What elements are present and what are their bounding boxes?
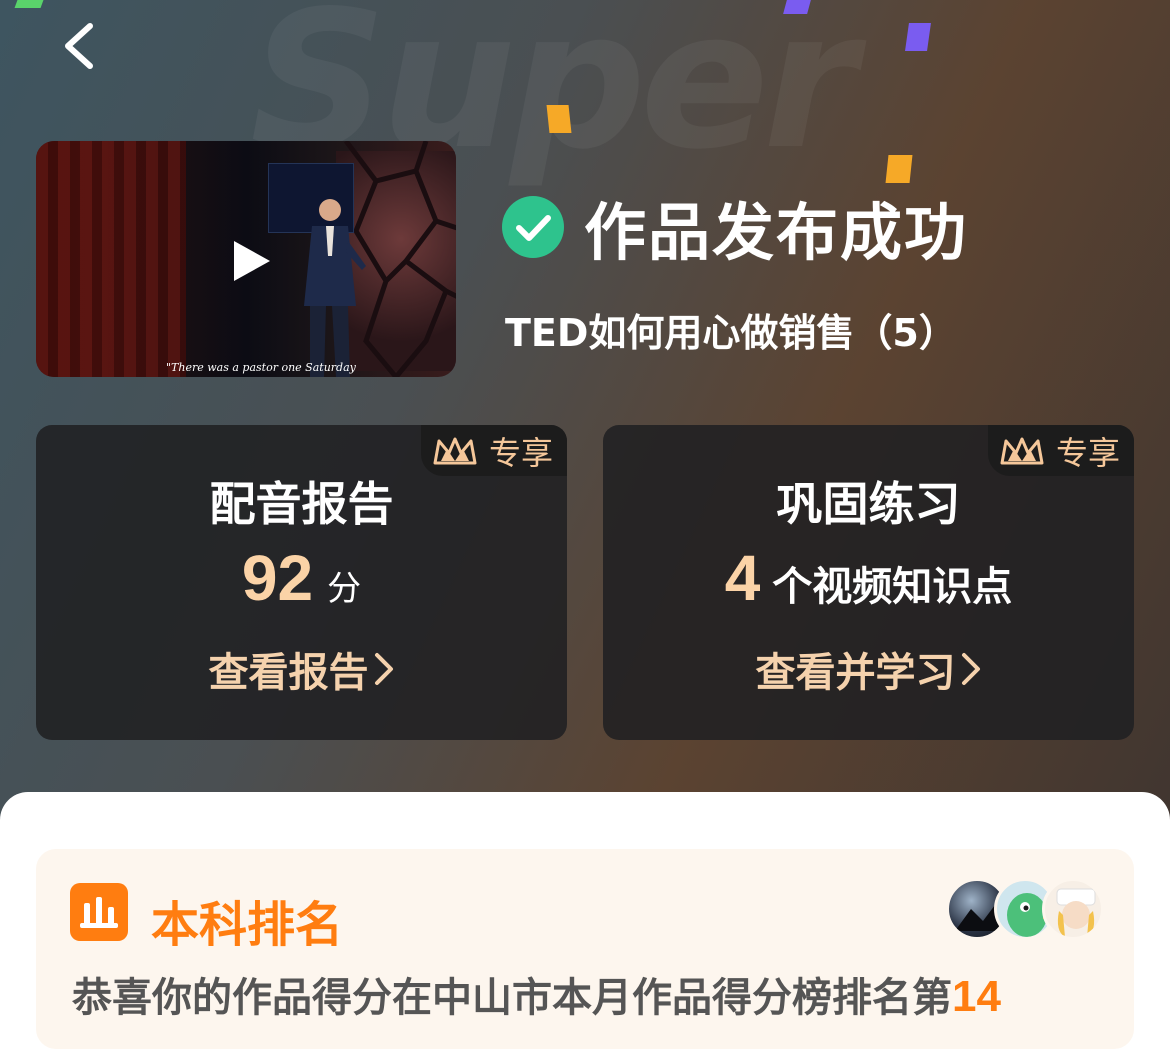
status-title: 作品发布成功 (584, 196, 969, 269)
card-title: 巩固练习 (776, 477, 961, 531)
work-title: TED如何用心做销售（5） (505, 311, 957, 355)
crown-icon (433, 437, 477, 464)
check-circle-icon (502, 196, 564, 258)
confetti-piece (783, 0, 811, 14)
bottom-sheet: 本科排名 恭喜你的作品得分在中山市本月作品得分榜排名第14 (0, 792, 1170, 1058)
chevron-left-icon (65, 23, 93, 69)
ranking-title: 本科排名 (151, 897, 344, 953)
back-button[interactable] (56, 18, 112, 74)
score: 92 分 (36, 541, 567, 615)
score-unit: 分 (327, 569, 362, 609)
confetti-piece (905, 23, 931, 51)
avatar-group (946, 878, 1106, 940)
rank-number: 14 (952, 972, 1001, 1021)
count-unit: 个视频知识点 (772, 564, 1013, 610)
crown-icon (1000, 437, 1044, 464)
ranking-description: 恭喜你的作品得分在中山市本月作品得分榜排名第14 (72, 972, 1001, 1021)
view-and-learn-link[interactable]: 查看并学习 (603, 640, 1134, 698)
play-icon[interactable] (226, 236, 276, 286)
video-caption: "There was a pastor one Saturday (166, 361, 356, 374)
confetti-piece (14, 0, 44, 8)
confetti-piece (546, 105, 572, 133)
view-report-link[interactable]: 查看报告 (36, 640, 567, 698)
count-value: 4 (724, 542, 761, 614)
ranking-card[interactable]: 本科排名 恭喜你的作品得分在中山市本月作品得分榜排名第14 (36, 849, 1134, 1049)
video-thumbnail[interactable]: "There was a pastor one Saturday (36, 141, 456, 377)
chevron-right-icon (961, 653, 980, 685)
card-title: 配音报告 (209, 477, 394, 531)
speaker-figure (304, 199, 366, 377)
knowledge-count: 4 个视频知识点 (603, 541, 1134, 615)
chevron-right-icon (374, 653, 393, 685)
avatar (1042, 878, 1104, 940)
score-value: 92 (241, 542, 314, 614)
confetti-piece (885, 155, 913, 183)
dubbing-report-card[interactable]: 专享 配音报告 92 分 查看报告 (36, 425, 567, 740)
publish-status: 作品发布成功 (500, 182, 968, 272)
bar-chart-icon (70, 883, 128, 941)
practice-card[interactable]: 专享 巩固练习 4 个视频知识点 查看并学习 (603, 425, 1134, 740)
